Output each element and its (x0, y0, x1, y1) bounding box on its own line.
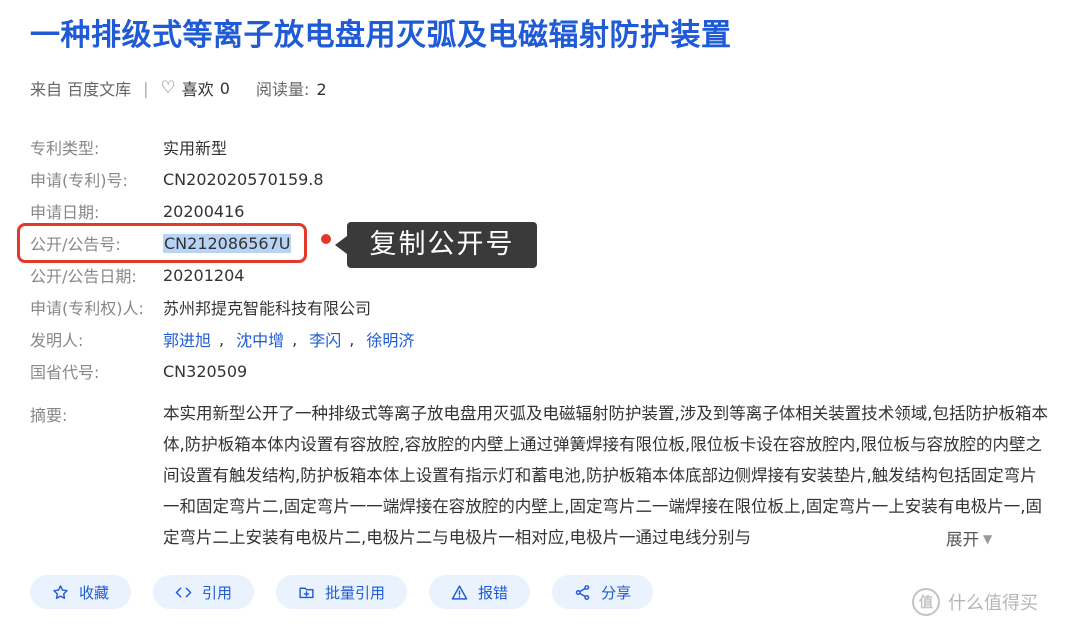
reads-number: 2 (316, 80, 327, 99)
batch-cite-label: 批量引用 (325, 583, 386, 602)
favorite-label: 收藏 (79, 583, 110, 602)
star-icon (52, 584, 69, 601)
warning-icon (451, 584, 468, 601)
field-application-date: 申请日期: 20200416 (30, 197, 244, 225)
field-value: CN202020570159.8 (163, 169, 324, 189)
watermark-logo: 值 (912, 588, 940, 616)
heart-icon: ♡ (160, 78, 176, 98)
inventor-link[interactable]: 郭进旭 (163, 327, 211, 351)
field-value: 20201204 (163, 265, 245, 285)
abstract-fade (900, 524, 940, 555)
meta-separator: | (143, 78, 149, 98)
field-label: 国省代号: (30, 363, 100, 382)
field-value: 20200416 (163, 201, 245, 221)
favorite-button[interactable]: 收藏 (30, 575, 132, 609)
reads-label: 阅读量: (255, 80, 310, 99)
field-label: 公开/公告日期: (30, 267, 137, 286)
cite-button[interactable]: 引用 (153, 575, 255, 609)
expand-label: 展开 (946, 530, 979, 549)
field-region-code: 国省代号: CN320509 (30, 357, 247, 385)
folder-add-icon (298, 584, 315, 601)
inventor-separator: , (349, 329, 355, 349)
annotation-dot (321, 234, 331, 244)
watermark: 值 什么值得买 (912, 588, 1038, 616)
field-label: 申请(专利权)人: (30, 299, 144, 318)
annotation-highlight-box (17, 223, 307, 263)
watermark-text: 什么值得买 (948, 593, 1038, 614)
like-button[interactable]: ♡ 喜欢 0 (160, 76, 229, 100)
field-value: 苏州邦提克智能科技有限公司 (163, 299, 372, 318)
field-inventors: 发明人: 郭进旭 , 沈中增 , 李闪 , 徐明济 (30, 325, 414, 353)
page-title: 一种排级式等离子放电盘用灭弧及电磁辐射防护装置 (30, 18, 732, 53)
share-label: 分享 (601, 583, 632, 602)
inventor-separator: , (292, 329, 298, 349)
like-label: 喜欢 (181, 80, 214, 99)
field-application-number: 申请(专利)号: CN202020570159.8 (30, 165, 324, 193)
field-label: 申请日期: (30, 203, 100, 222)
field-label: 专利类型: (30, 139, 100, 158)
copy-publication-number-callout: 复制公开号 (335, 222, 537, 268)
inventor-link[interactable]: 沈中增 (236, 327, 284, 351)
field-label: 申请(专利)号: (30, 171, 128, 190)
field-label: 发明人: (30, 331, 84, 350)
field-value: CN320509 (163, 361, 248, 381)
source-text: 来自 百度文库 (30, 80, 132, 99)
caret-down-icon: ▼ (983, 532, 993, 546)
inventor-separator: , (219, 329, 225, 349)
share-button[interactable]: 分享 (552, 575, 654, 609)
field-applicant: 申请(专利权)人: 苏州邦提克智能科技有限公司 (30, 293, 371, 321)
expand-button[interactable]: 展开 ▼ (938, 524, 993, 555)
abstract-label: 摘要: (30, 406, 68, 425)
field-patent-type: 专利类型: 实用新型 (30, 133, 227, 161)
share-icon (574, 584, 591, 601)
inventor-link[interactable]: 徐明济 (366, 327, 414, 351)
code-icon (175, 584, 192, 601)
cite-label: 引用 (202, 583, 233, 602)
meta-bar: 来自 百度文库 | ♡ 喜欢 0 阅读量: 2 (30, 76, 327, 100)
field-publication-date: 公开/公告日期: 20201204 (30, 261, 244, 289)
batch-cite-button[interactable]: 批量引用 (276, 575, 408, 609)
inventor-link[interactable]: 李闪 (309, 327, 341, 351)
report-label: 报错 (478, 583, 509, 602)
like-count: 0 (219, 78, 230, 98)
action-bar: 收藏 引用 批量引用 报错 分享 (30, 575, 654, 609)
field-value: 实用新型 (163, 139, 228, 158)
read-count: 阅读量: 2 (256, 76, 327, 100)
report-button[interactable]: 报错 (429, 575, 531, 609)
